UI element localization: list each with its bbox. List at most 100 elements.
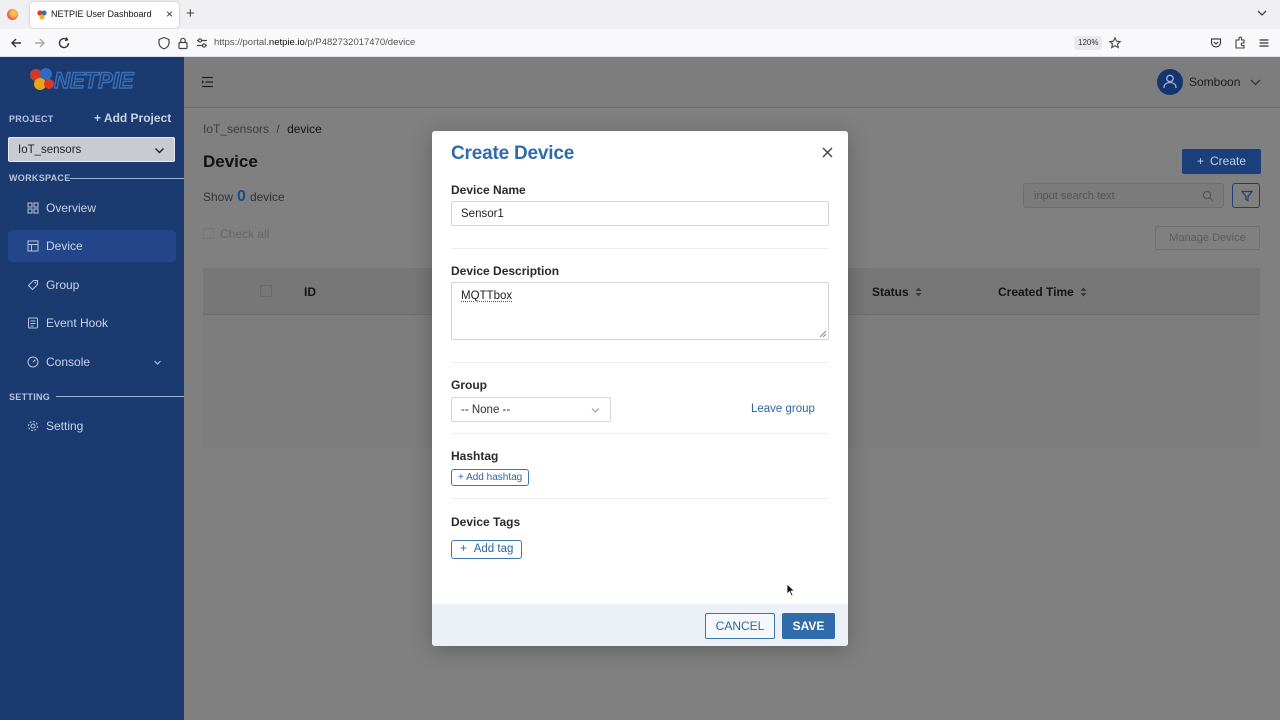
breadcrumb-root[interactable]: IoT_sensors xyxy=(203,122,269,136)
tab-title: NETPIE User Dashboard xyxy=(51,9,152,19)
reload-icon[interactable] xyxy=(57,36,71,50)
svg-text:NETPIE: NETPIE xyxy=(54,68,135,93)
search-icon[interactable] xyxy=(1202,190,1214,202)
manage-device-button[interactable]: Manage Device xyxy=(1155,226,1260,250)
select-all-checkbox[interactable] xyxy=(260,285,272,297)
grid-icon xyxy=(27,202,39,214)
column-id[interactable]: ID xyxy=(304,285,316,299)
sidebar-item-label: Console xyxy=(46,355,91,369)
device-description-value: MQTTbox xyxy=(461,290,513,302)
checkbox[interactable] xyxy=(203,228,214,239)
add-project-button[interactable]: + Add Project xyxy=(94,111,171,125)
gear-icon xyxy=(28,421,38,431)
workspace-section-label: WORKSPACE xyxy=(9,173,71,183)
cancel-button[interactable]: CANCEL xyxy=(705,613,775,639)
create-button[interactable]: + Create xyxy=(1182,149,1261,174)
user-name[interactable]: Somboon xyxy=(1189,75,1240,89)
sidebar-item-device[interactable]: Device xyxy=(8,230,176,262)
breadcrumb-current: device xyxy=(287,122,322,136)
netpie-logo: NETPIE xyxy=(30,67,135,94)
sidebar-item-label: Event Hook xyxy=(46,316,109,330)
close-icon[interactable] xyxy=(822,147,833,158)
device-count-row: Show 0 device xyxy=(203,188,285,206)
chevron-down-icon[interactable] xyxy=(1250,78,1261,87)
url-path: /p/P482732017470/device xyxy=(304,37,416,48)
plus-icon: + xyxy=(1196,154,1204,168)
column-status[interactable]: Status xyxy=(872,285,922,299)
page-title: Device xyxy=(203,152,258,171)
device-name-field[interactable]: Sensor1 xyxy=(451,201,829,226)
shield-icon[interactable] xyxy=(157,36,171,50)
new-tab-icon[interactable]: + xyxy=(186,6,195,22)
group-select-value: -- None -- xyxy=(461,404,511,416)
permissions-icon[interactable] xyxy=(195,36,209,50)
chevron-down-icon xyxy=(591,408,600,413)
sidebar-item-label: Device xyxy=(46,239,83,253)
search-input[interactable]: input search text xyxy=(1023,183,1224,208)
column-created-time[interactable]: Created Time xyxy=(998,285,1087,299)
sidebar-item-setting[interactable]: Setting xyxy=(8,410,176,442)
column-status-label: Status xyxy=(872,285,909,299)
check-all[interactable]: Check all xyxy=(203,227,269,241)
project-select-value: IoT_sensors xyxy=(18,144,82,156)
zoom-level[interactable]: 120% xyxy=(1074,36,1103,50)
tab-close-icon[interactable]: × xyxy=(166,7,173,21)
sidebar-item-overview[interactable]: Overview xyxy=(8,192,176,224)
pocket-icon[interactable] xyxy=(1209,36,1223,50)
topbar: Somboon xyxy=(184,57,1280,108)
tab-list-chevron-icon[interactable] xyxy=(1256,7,1268,19)
device-name-label: Device Name xyxy=(451,183,526,197)
divider xyxy=(451,498,829,499)
console-icon xyxy=(27,356,39,368)
browser-tab[interactable]: NETPIE User Dashboard × xyxy=(30,2,179,28)
group-select[interactable]: -- None -- xyxy=(451,397,611,422)
lock-icon[interactable] xyxy=(176,36,190,50)
url-prefix: https://portal. xyxy=(214,37,269,48)
modal-footer: CANCEL SAVE xyxy=(432,604,848,646)
avatar[interactable] xyxy=(1157,69,1183,95)
breadcrumb-separator: / xyxy=(276,122,280,136)
sidebar-item-console[interactable]: Console xyxy=(8,346,176,378)
device-description-field[interactable]: MQTTbox xyxy=(451,282,829,340)
netpie-favicon-icon xyxy=(37,10,47,20)
tag-icon xyxy=(27,279,39,291)
project-select[interactable]: IoT_sensors xyxy=(8,137,175,162)
add-tag-button[interactable]: + Add tag xyxy=(451,540,523,559)
device-description-label: Device Description xyxy=(451,264,560,278)
plus-icon: + xyxy=(460,543,467,555)
forward-icon[interactable] xyxy=(33,36,47,50)
sidebar-item-group[interactable]: Group xyxy=(8,269,176,301)
menu-icon[interactable] xyxy=(1257,36,1271,50)
resize-handle-icon[interactable] xyxy=(819,330,827,338)
add-tag-label: Add tag xyxy=(473,543,514,555)
filter-icon xyxy=(1241,190,1253,202)
back-icon[interactable] xyxy=(9,36,23,50)
filter-button[interactable] xyxy=(1232,183,1260,208)
firefox-icon xyxy=(7,9,18,20)
browser-tabstrip: NETPIE User Dashboard × + xyxy=(0,0,1280,29)
divider xyxy=(451,248,829,249)
chevron-down-icon xyxy=(154,360,161,365)
extensions-icon[interactable] xyxy=(1233,36,1247,50)
device-icon xyxy=(27,240,39,252)
divider xyxy=(451,433,829,434)
menu-fold-icon[interactable] xyxy=(201,76,214,88)
show-prefix: Show xyxy=(203,190,234,204)
chevron-down-icon xyxy=(155,148,164,154)
add-hashtag-button[interactable]: + Add hashtag xyxy=(451,469,530,486)
mouse-cursor-icon xyxy=(786,583,796,597)
setting-section-label: SETTING xyxy=(9,392,51,402)
event-hook-icon xyxy=(28,317,38,329)
search-placeholder: input search text xyxy=(1034,190,1115,202)
workspace-divider xyxy=(70,178,184,179)
modal-title: Create Device xyxy=(451,143,575,164)
hashtag-label: Hashtag xyxy=(451,449,499,463)
create-device-modal: Create Device Device Name Sensor1 Device… xyxy=(432,131,848,646)
device-count: 0 xyxy=(237,188,246,205)
url-bar[interactable]: https://portal.netpie.io/p/P482732017470… xyxy=(214,37,415,48)
sidebar-item-event-hook[interactable]: Event Hook xyxy=(8,307,176,339)
bookmark-star-icon[interactable] xyxy=(1108,36,1122,50)
leave-group-link[interactable]: Leave group xyxy=(751,403,815,415)
device-tags-label: Device Tags xyxy=(451,515,521,529)
save-button[interactable]: SAVE xyxy=(782,613,835,639)
